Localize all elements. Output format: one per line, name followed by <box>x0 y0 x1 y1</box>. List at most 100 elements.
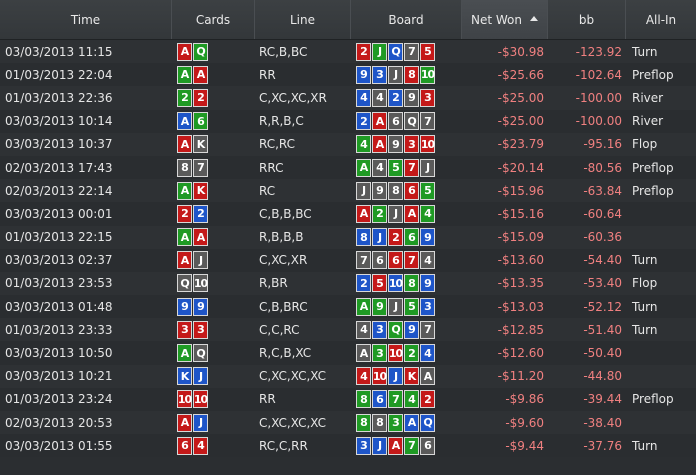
table-row[interactable]: 01/03/2013 22:04 A A RR 9 3 J 8 10 -$25.66 -102.64… <box>0 63 696 87</box>
grid-body: 03/03/2013 11:15 A Q RC,B,BC 2 J Q 7 5 -$30.98 -12… <box>0 40 696 458</box>
playing-card: 4 <box>420 251 435 270</box>
playing-card: 7 <box>193 158 208 177</box>
table-row[interactable]: 03/03/2013 10:50 A Q R,C,B,XC A 3 10 2 4 -$12.60-… <box>0 341 696 365</box>
net-won-cell: -$15.96 <box>497 183 544 198</box>
playing-card: 4 <box>193 436 208 455</box>
column-header-time[interactable]: Time <box>0 0 172 39</box>
time-cell: 03/03/2013 01:55 <box>5 438 113 453</box>
table-row[interactable]: 03/03/2013 11:15 A Q RC,B,BC 2 J Q 7 5 -$30.98 -12… <box>0 40 696 64</box>
all-in-cell <box>626 365 696 388</box>
table-row[interactable]: 03/03/2013 02:37 A J C,XC,XR 7 6 6 7 4 -$13.60 -54… <box>0 248 696 272</box>
all-in-cell <box>626 341 696 364</box>
playing-card: A <box>177 65 192 84</box>
playing-card: 8 <box>404 274 419 293</box>
playing-card: J <box>388 367 403 386</box>
column-header-net[interactable]: Net Won <box>462 0 548 39</box>
playing-card: 7 <box>404 436 419 455</box>
table-row[interactable]: 01/03/2013 22:36 2 2 C,XC,XC,XR 4 4 2 9 3 -$25.00… <box>0 86 696 110</box>
net-won-cell: -$12.85 <box>497 322 544 337</box>
all-in-cell: River <box>632 90 664 105</box>
table-row[interactable]: 02/03/2013 20:53 A J C,XC,XC,XC 8 8 3 A Q -$9.60-… <box>0 411 696 435</box>
hole-cards-cell: AA <box>172 63 255 86</box>
table-row[interactable]: 01/03/2013 23:24 10 10 RR 8 6 7 4 2 -$9.86 -39.44 P… <box>0 387 696 411</box>
board-cell: 4 A 9 3 10 <box>351 133 462 156</box>
playing-card: Q <box>193 344 208 363</box>
board-cell: 2JQ75 <box>351 40 462 63</box>
playing-card: Q <box>388 320 403 339</box>
column-header-label: Time <box>70 12 101 27</box>
column-header-cards[interactable]: Cards <box>172 0 255 39</box>
line-cell: R,BR <box>259 276 288 291</box>
playing-card: J <box>388 65 403 84</box>
playing-card: 9 <box>404 88 419 107</box>
playing-card: 7 <box>404 42 419 61</box>
playing-card: K <box>193 135 208 154</box>
net-won-cell: -$15.09 <box>497 230 544 245</box>
board-cell: A9J53 <box>351 295 462 318</box>
playing-card: 6 <box>372 251 387 270</box>
table-row[interactable]: 03/03/2013 00:01 2 2 C,B,B,BC A 2 J A 4 -$15.16 -6… <box>0 202 696 226</box>
playing-card: J <box>193 251 208 270</box>
table-row[interactable]: 03/03/2013 10:21 K J C,XC,XC,XC 4 10 J K A -$11.2… <box>0 364 696 388</box>
hole-cards-cell: AQ <box>172 40 255 63</box>
line-cell: C,B,BRC <box>259 299 308 314</box>
column-header-bb[interactable]: bb <box>548 0 626 39</box>
hole-cards-cell: 99 <box>172 295 255 318</box>
board-cell: 86742 <box>351 388 462 411</box>
bb-cell: -37.76 <box>583 438 622 453</box>
board-cell: 8J269 <box>351 226 462 249</box>
playing-card: 3 <box>372 344 387 363</box>
table-row[interactable]: 03/03/2013 01:48 9 9 C,B,BRC A 9 J 5 3 -$13.03 -52… <box>0 295 696 319</box>
column-header-allin[interactable]: All-In <box>626 0 696 39</box>
playing-card: 4 <box>356 320 371 339</box>
playing-card: A <box>177 228 192 247</box>
playing-card: 2 <box>356 42 371 61</box>
all-in-cell: Flop <box>632 137 658 152</box>
line-cell: C,XC,XR <box>259 253 308 268</box>
net-won-cell: -$9.44 <box>505 438 544 453</box>
board-cell: 4 10 J K A <box>351 365 462 388</box>
playing-card: 7 <box>404 158 419 177</box>
board-cell: A2JA4 <box>351 202 462 225</box>
table-row[interactable]: 02/03/2013 22:14 A K RC J 9 8 6 5 -$15.96 -63.84 Pr… <box>0 179 696 203</box>
playing-card: 2 <box>420 390 435 409</box>
playing-card: 3 <box>420 297 435 316</box>
playing-card: J <box>193 367 208 386</box>
playing-card: 4 <box>404 390 419 409</box>
playing-card: Q <box>420 413 435 432</box>
playing-card: A <box>177 251 192 270</box>
playing-card: J <box>388 204 403 223</box>
bb-cell: -100.00 <box>575 114 622 129</box>
bb-cell: -53.40 <box>583 276 622 291</box>
all-in-cell: Preflop <box>632 160 674 175</box>
playing-card: 8 <box>404 65 419 84</box>
hole-cards-cell: AK <box>172 179 255 202</box>
table-row[interactable]: 03/03/2013 10:37 A K RC,RC 4 A 9 3 10 -$23.79 -95.… <box>0 132 696 156</box>
column-header-line[interactable]: Line <box>255 0 351 39</box>
board-cell: 9 3 J 8 10 <box>351 63 462 86</box>
table-row[interactable]: 02/03/2013 17:43 8 7 RRC A 4 5 7 J -$20.14 -80.56 P… <box>0 155 696 180</box>
playing-card: J <box>372 42 387 61</box>
table-row[interactable]: 01/03/2013 23:33 3 3 C,C,RC 4 3 Q 9 7 -$12.85 -51.… <box>0 318 696 342</box>
table-row[interactable]: 01/03/2013 22:15 A A R,B,B,B 8 J 2 6 9 -$15.09 -60… <box>0 225 696 249</box>
column-header-board[interactable]: Board <box>351 0 462 39</box>
bb-cell: -44.80 <box>583 369 622 384</box>
bb-cell: -60.64 <box>583 206 622 221</box>
line-cell: R,B,B,B <box>259 230 304 245</box>
bb-cell: -50.40 <box>583 346 622 361</box>
playing-card: A <box>356 297 371 316</box>
playing-card: J <box>356 181 371 200</box>
time-cell: 02/03/2013 22:14 <box>5 183 113 198</box>
table-row[interactable]: 03/03/2013 10:14 A 6 R,R,B,C 2 A 6 Q 7 -$25.00 -10… <box>0 109 696 133</box>
bb-cell: -102.64 <box>575 67 622 82</box>
playing-card: A <box>356 344 371 363</box>
board-cell: 44293 <box>351 86 462 109</box>
table-row[interactable]: 03/03/2013 01:55 6 4 RC,C,RR 3 J A 7 6 -$9.44 -37.… <box>0 434 696 458</box>
bb-cell: -95.16 <box>583 137 622 152</box>
playing-card: 8 <box>356 228 371 247</box>
net-won-cell: -$25.00 <box>497 114 544 129</box>
playing-card: 9 <box>372 181 387 200</box>
table-row[interactable]: 01/03/2013 23:53 Q 10 R,BR 2 5 10 8 9 -$13.35 -53.… <box>0 271 696 296</box>
playing-card: 10 <box>420 65 435 84</box>
bb-cell: -63.84 <box>583 183 622 198</box>
